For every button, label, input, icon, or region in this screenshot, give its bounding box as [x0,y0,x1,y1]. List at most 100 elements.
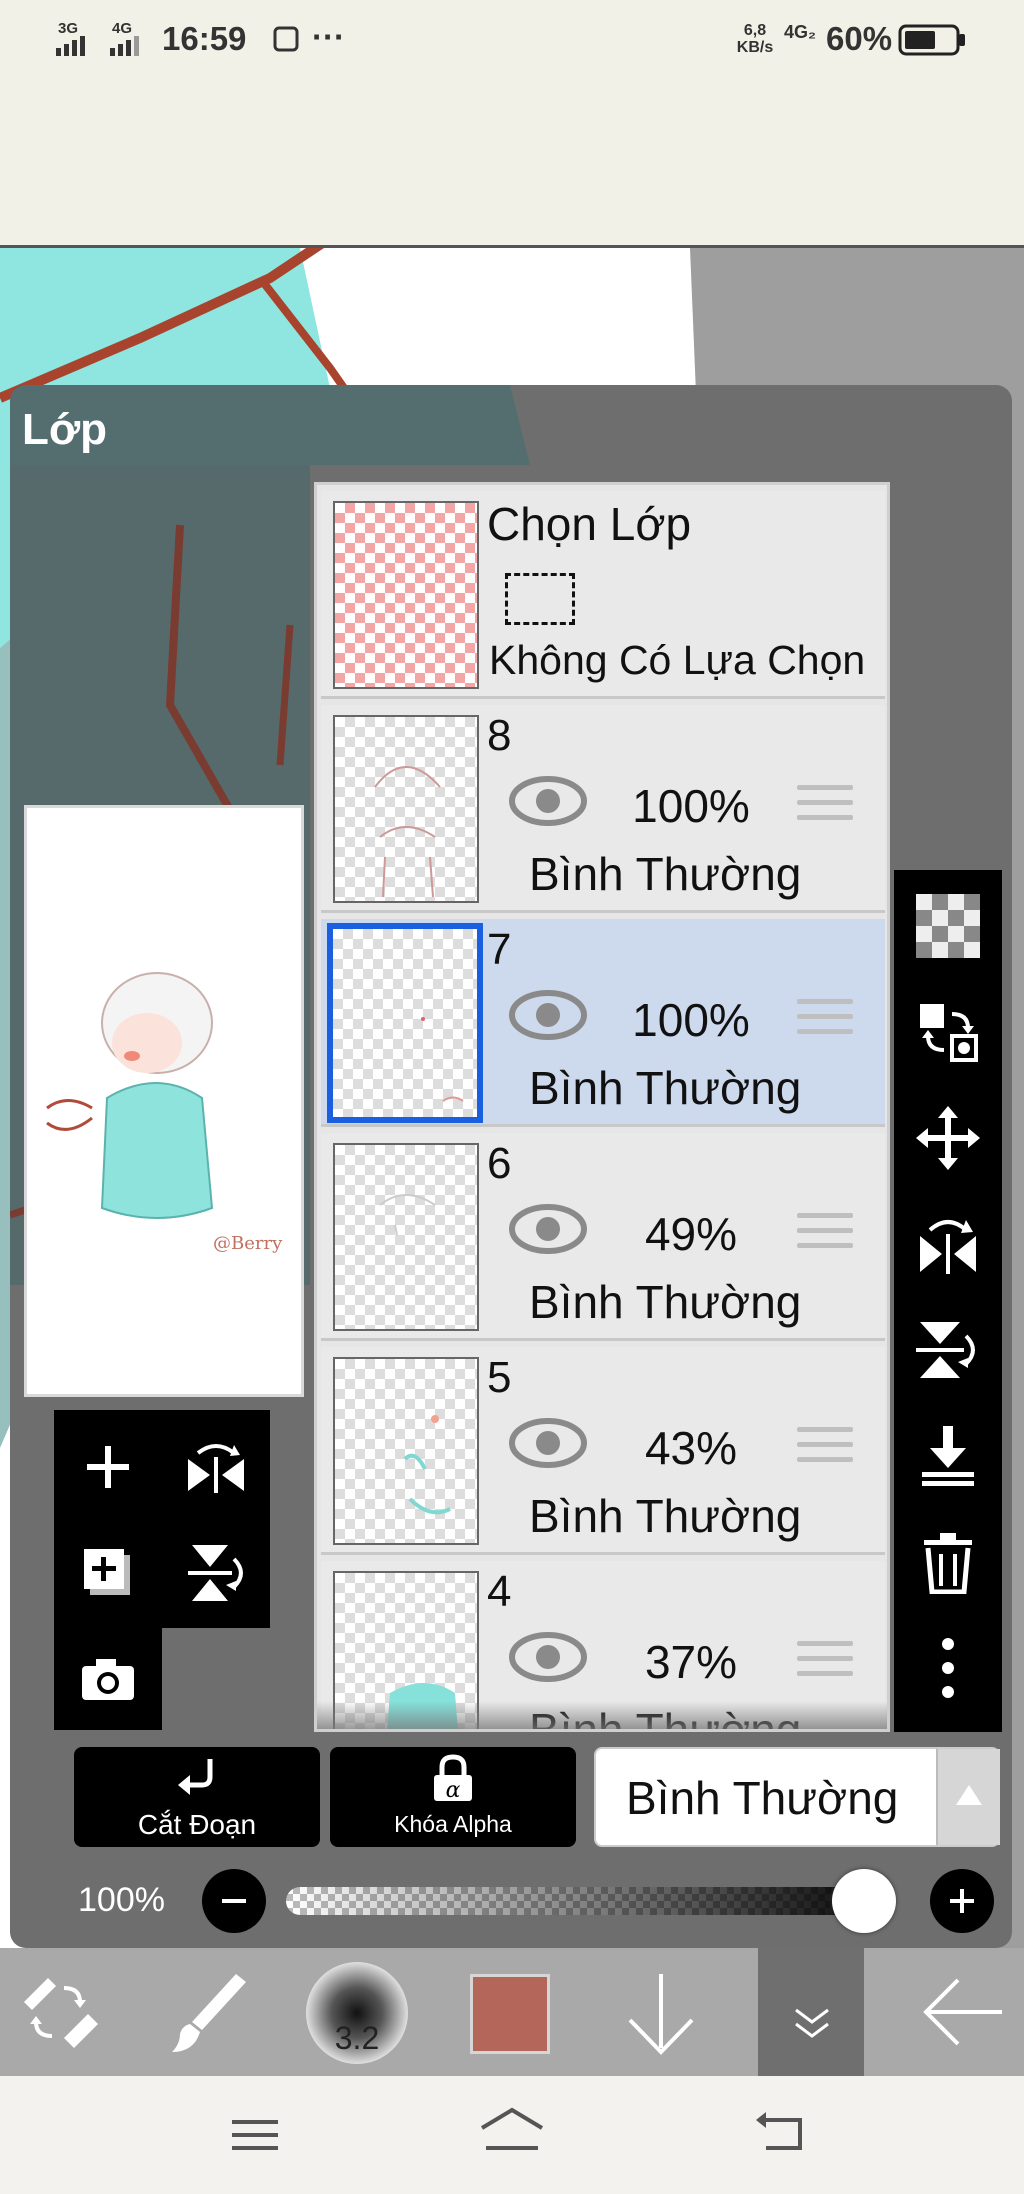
blend-mode-select[interactable]: Bình Thường [594,1747,1000,1847]
arrow-left-icon [923,1978,1002,2046]
brush-tool-button[interactable] [166,1968,250,2056]
brush-size-button[interactable]: 3.2 [306,1962,408,2064]
merge-down-icon [922,1426,974,1486]
transparent-fill-button[interactable] [908,886,988,966]
flip-vertical-button[interactable] [174,1531,258,1615]
layer-4-number: 4 [487,1567,512,1616]
flip-horizontal-layer-button[interactable] [908,1204,988,1284]
flip-horizontal-button[interactable] [174,1425,258,1509]
canvas-preview: @Berry [24,805,304,1397]
signal-2-icon [110,36,154,61]
pen-eraser-swap-icon [24,1978,98,2048]
layer-actions-toolbar [894,870,1002,1732]
svg-text:α: α [446,1778,461,1803]
lock-icon: α [434,1754,472,1803]
list-fade [317,1701,887,1729]
clip-arrow-icon [178,1759,213,1795]
net-type: 4G₂ [784,22,817,42]
menu-icon [232,2120,278,2150]
double-chevron-down-icon [795,2008,829,2038]
opacity-slider[interactable] [286,1887,896,1915]
layer-5-opacity: 43% [644,1422,738,1474]
camera-icon [82,1659,134,1700]
layer-row-8[interactable]: 8 100% Bình Thường [321,705,885,913]
selection-marquee-icon [505,573,575,625]
checkerboard-icon [916,894,980,958]
home-nav-button[interactable] [476,2104,548,2160]
layer-8-thumbnail [333,715,479,903]
triangle-up-icon [956,1785,982,1805]
opacity-slider-thumb[interactable] [832,1869,896,1933]
eye-icon[interactable] [509,989,587,1041]
drag-handle-icon[interactable] [797,999,853,1039]
menu-nav-button[interactable] [228,2112,284,2158]
swap-layer-button[interactable] [908,992,988,1072]
main-toolbar: 3.2 [0,1948,1024,2076]
collapse-panel-button[interactable] [758,1948,864,2076]
plus-icon [87,1446,129,1488]
move-icon [916,1106,980,1170]
more-options-button[interactable] [908,1628,988,1708]
clipping-button[interactable]: Cắt Đoạn [74,1747,320,1847]
brush-size-value: 3.2 [334,2020,380,2056]
eye-icon[interactable] [509,1203,587,1255]
layer-row-6[interactable]: 6 49% Bình Thường [321,1133,885,1341]
eye-icon[interactable] [509,775,587,827]
drag-handle-icon[interactable] [797,1641,853,1681]
drag-handle-icon[interactable] [797,1213,853,1253]
selection-layer-title: Chọn Lớp [487,498,692,550]
clock: 16:59 [162,20,247,57]
signal-1-label: 3G [58,20,79,37]
arrow-down-icon [628,1974,694,2055]
layer-6-blend-mode: Bình Thường [529,1276,802,1328]
layer-row-7[interactable]: 7 100% Bình Thường [321,919,885,1127]
layer-5-blend-mode: Bình Thường [529,1490,802,1542]
tool-switch-button[interactable] [18,1972,102,2052]
duplicate-layer-icon [84,1549,130,1595]
more-indicator: ··· [312,18,345,55]
layer-8-opacity: 100% [632,780,750,832]
layer-panel: Lớp @Berry Chọn Lớp Không Có Lựa Chọn 8 … [10,385,1012,1948]
notification-icon [272,24,302,59]
opacity-label: 100% [78,1881,165,1919]
layer-7-thumbnail [327,923,483,1123]
preview-watermark: @Berry [213,1233,283,1254]
more-vertical-icon [942,1638,954,1698]
battery-icon [898,22,968,63]
opacity-increase-button[interactable] [930,1869,994,1933]
layer-7-number: 7 [487,925,512,974]
blend-mode-dropdown[interactable] [936,1749,1000,1845]
color-picker-button[interactable] [470,1974,550,2054]
add-layer-button[interactable] [66,1425,150,1509]
signal-1-icon [56,36,100,61]
layer-8-number: 8 [487,711,512,760]
drag-handle-icon[interactable] [797,785,853,825]
opacity-decrease-button[interactable] [202,1869,266,1933]
flip-horizontal-icon [920,1220,976,1274]
flip-vertical-icon [916,1322,975,1378]
selection-layer-row[interactable]: Chọn Lớp Không Có Lựa Chọn [321,491,885,699]
move-button[interactable] [908,1098,988,1178]
delete-layer-button[interactable] [908,1522,988,1602]
back-nav-button[interactable] [752,2108,812,2158]
alpha-lock-button[interactable]: α Khóa Alpha [330,1747,576,1847]
home-icon [480,2107,544,2150]
duplicate-layer-button[interactable] [66,1531,150,1615]
net-speed-value: 6,8 [743,22,767,39]
layer-4-opacity: 37% [644,1636,738,1688]
flip-vertical-layer-button[interactable] [908,1310,988,1390]
layer-7-opacity: 100% [632,994,750,1046]
merge-down-button[interactable] [908,1416,988,1496]
back-button[interactable] [918,1972,1006,2052]
net-speed-unit: KB/s [736,39,774,56]
clipping-label: Cắt Đoạn [137,1809,257,1840]
eye-icon[interactable] [509,1631,587,1683]
eye-icon[interactable] [509,1417,587,1469]
camera-button[interactable] [66,1637,150,1721]
battery-percent: 60% [826,20,893,57]
layer-down-button[interactable] [620,1966,702,2062]
signal-2-label: 4G [112,20,133,37]
layer-row-5[interactable]: 5 43% Bình Thường [321,1347,885,1555]
drag-handle-icon[interactable] [797,1427,853,1467]
preview-artwork [46,972,214,1219]
